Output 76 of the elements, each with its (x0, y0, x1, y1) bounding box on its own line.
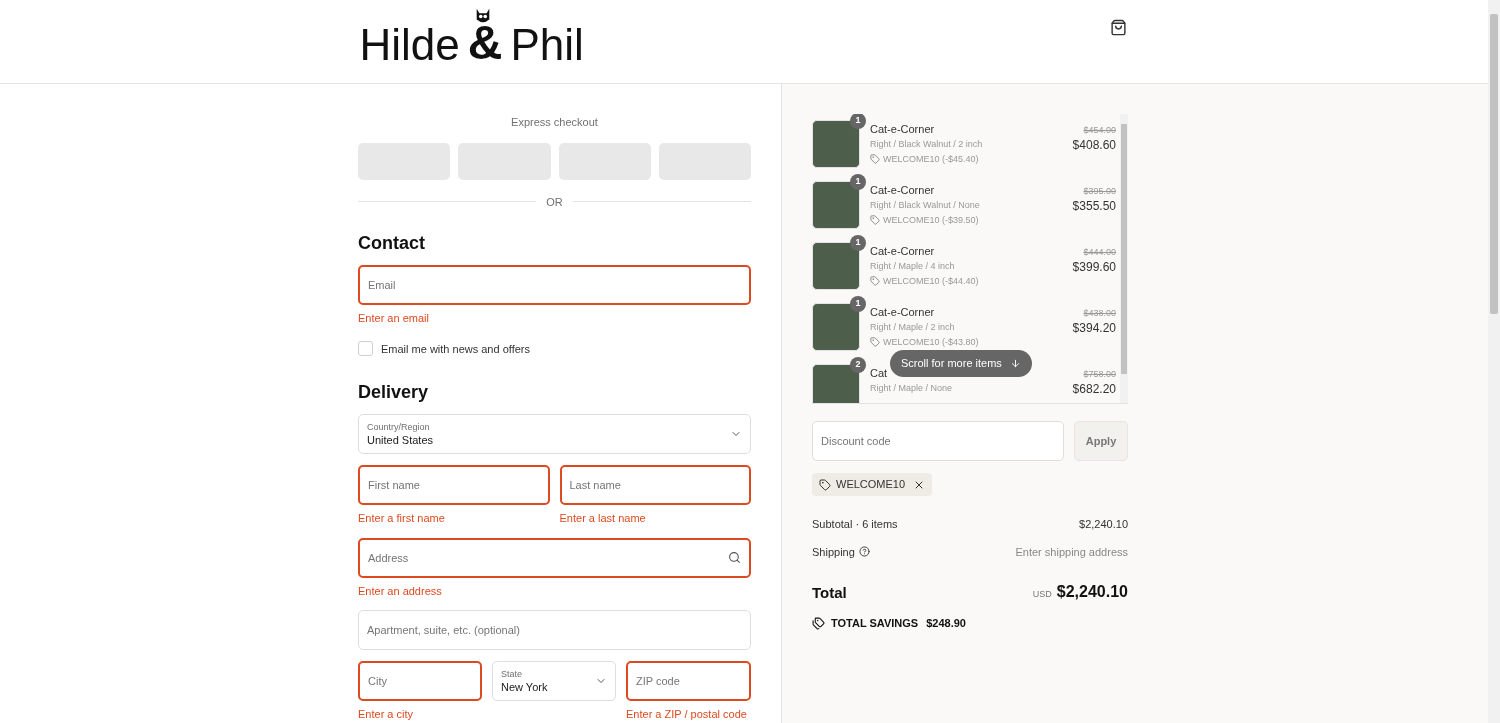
error-message: Enter a ZIP / postal code (626, 707, 748, 722)
subtotal-label: Subtotal · 6 items (812, 517, 898, 532)
checkbox[interactable] (358, 341, 373, 357)
input-field[interactable]: First name (358, 465, 550, 505)
total-value: $2,240.10 (1056, 582, 1128, 602)
help-icon[interactable] (858, 546, 870, 558)
item-discount: WELCOME10 (-$45.40) (883, 154, 979, 164)
error-message: Enter an email (358, 311, 430, 326)
savings-value: $248.90 (926, 616, 966, 631)
checkbox-label: Email me with news and offers (381, 341, 530, 357)
item-price: $682.20 (1072, 383, 1116, 395)
product-variant: Right / Black Walnut / 2 inch (870, 140, 983, 149)
product-name: Cat (870, 368, 888, 379)
field-label: State (501, 669, 523, 679)
tag-icon (870, 276, 880, 286)
product-name: Cat-e-Corner (870, 246, 935, 257)
field-value: New York (501, 681, 548, 693)
error-message: Enter a city (358, 707, 415, 722)
item-discount: WELCOME10 (-$43.80) (883, 337, 979, 347)
shipping-label: Shipping (812, 544, 855, 560)
item-price: $394.20 (1072, 322, 1116, 334)
tag-icon (870, 215, 880, 225)
input-field[interactable]: Email (358, 265, 751, 305)
item-discount: WELCOME10 (-$39.50) (883, 215, 979, 225)
error-message: Enter a last name (559, 511, 647, 526)
product-name: Cat-e-Corner (870, 124, 935, 135)
error-message: Enter a first name (358, 511, 446, 526)
select-field[interactable]: Country/Region United States (358, 414, 751, 454)
tag-icon (870, 154, 880, 164)
item-price: $355.50 (1072, 200, 1116, 212)
total-label: Total (812, 582, 847, 603)
scroll-hint[interactable]: Scroll for more items (890, 350, 1032, 377)
product-variant: Right / Maple / 4 inch (870, 262, 955, 271)
section-heading: Contact (358, 232, 426, 255)
item-price: $399.60 (1072, 261, 1116, 273)
original-price: $454.00 (1083, 126, 1116, 135)
tag-icon (870, 337, 880, 347)
apply-button[interactable]: Apply (1074, 421, 1128, 461)
section-heading: Delivery (358, 381, 430, 404)
product-variant: Right / Maple / None (870, 384, 953, 393)
product-name: Cat-e-Corner (870, 307, 935, 318)
product-variant: Right / Black Walnut / None (870, 201, 980, 210)
product-name: Cat-e-Corner (870, 185, 935, 196)
quantity-badge: 1 (850, 114, 866, 129)
quantity-badge: 2 (850, 357, 866, 373)
field-label: Country/Region (367, 422, 431, 432)
original-price: $438.00 (1083, 309, 1116, 318)
express-checkout-label: Express checkout (511, 115, 598, 130)
input-field[interactable]: ZIP code (626, 661, 751, 701)
arrow-down-icon (1009, 358, 1021, 369)
original-price: $395.00 (1083, 187, 1116, 196)
quantity-badge: 1 (850, 235, 866, 251)
subtotal-value: $2,240.10 (1079, 517, 1128, 532)
input-field[interactable]: City (358, 661, 482, 701)
shipping-value: Enter shipping address (1015, 544, 1128, 560)
currency-code: USD (1032, 588, 1052, 601)
select-field[interactable]: State New York (492, 661, 616, 701)
original-price: $758.00 (1083, 370, 1116, 379)
original-price: $444.00 (1083, 248, 1116, 257)
savings-label: TOTAL SAVINGS (831, 616, 919, 631)
tag-icon (819, 478, 831, 491)
product-variant: Right / Maple / 2 inch (870, 323, 955, 332)
input-field[interactable]: Address (358, 537, 751, 578)
item-discount: WELCOME10 (-$44.40) (883, 276, 979, 286)
brand-logo[interactable]: Hilde & Phil (359, 5, 584, 67)
tags-icon (812, 616, 825, 630)
search-icon (728, 550, 741, 564)
quantity-badge: 1 (850, 174, 866, 190)
field-value: United States (367, 434, 434, 446)
quantity-badge: 1 (850, 296, 866, 312)
discount-chip: WELCOME10 (812, 473, 933, 496)
shopping-bag-icon[interactable] (1109, 18, 1127, 36)
or-separator: OR (546, 194, 563, 210)
item-price: $408.60 (1072, 139, 1116, 151)
error-message: Enter an address (358, 583, 443, 599)
input-field[interactable]: Last name (559, 465, 751, 505)
